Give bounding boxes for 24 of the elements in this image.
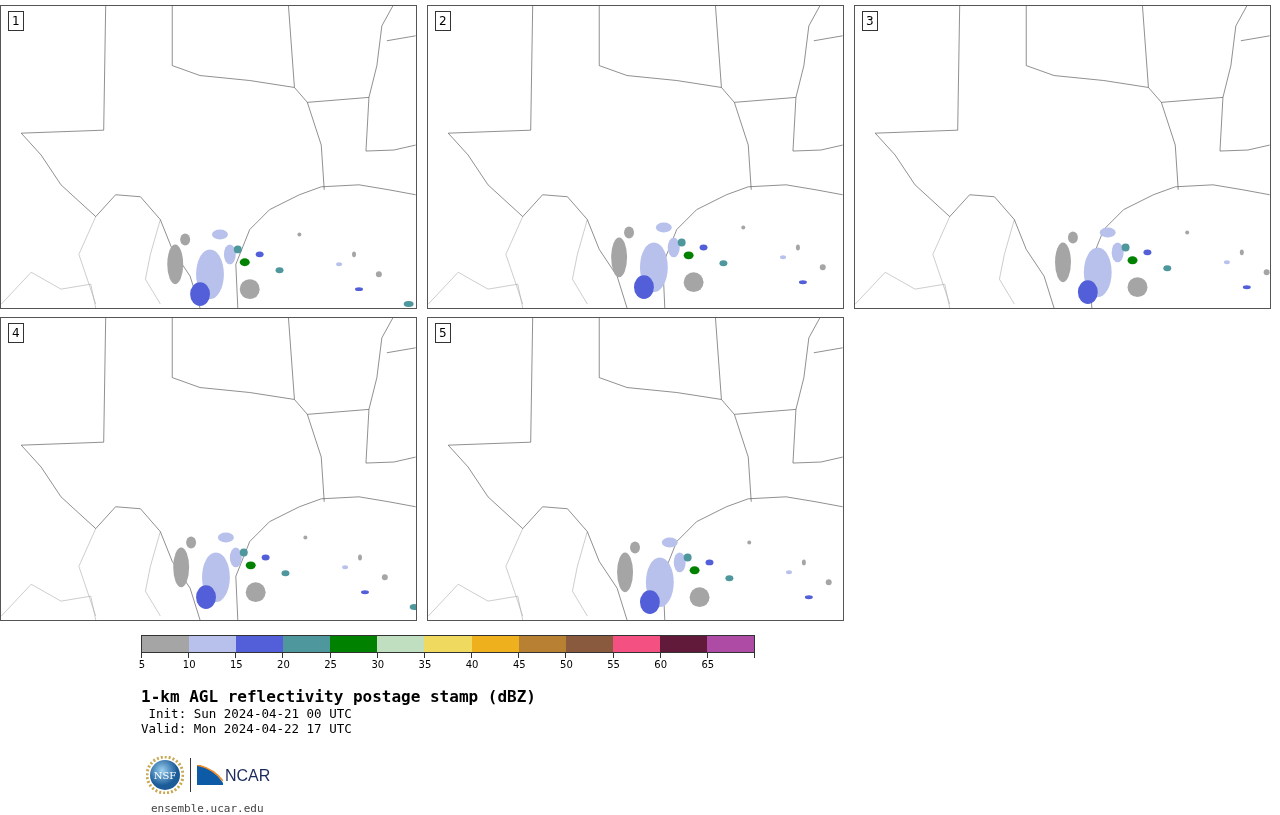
tick-label: 60 (653, 659, 669, 670)
plot-title: 1-km AGL reflectivity postage stamp (dBZ) (141, 688, 537, 706)
panel-number: 2 (435, 11, 451, 31)
ncar-logo: NCAR (197, 765, 271, 785)
nsf-logo: NSF (146, 756, 184, 794)
tick-label: 55 (606, 659, 621, 670)
panel-number: 5 (435, 323, 451, 343)
panel-number: 1 (8, 11, 24, 31)
panel-number: 3 (862, 11, 878, 31)
tick-label: 5 (137, 659, 147, 670)
tick-label: 65 (700, 659, 716, 670)
website-url: ensemble.ucar.edu (151, 802, 265, 815)
tick-label: 30 (370, 659, 386, 670)
tick-label: 35 (417, 659, 433, 670)
tick-label: 15 (228, 659, 244, 670)
panel-number: 4 (8, 323, 24, 343)
valid-time: Valid: Mon 2024-04-22 17 UTC (141, 721, 353, 736)
init-time: Init: Sun 2024-04-21 00 UTC (147, 706, 353, 721)
tick-label: 40 (464, 659, 480, 670)
tick-label: 45 (511, 659, 527, 670)
tick-label: 25 (323, 659, 338, 670)
tick-label: 50 (559, 659, 574, 670)
tick-label: 20 (276, 659, 291, 670)
tick-label: 10 (181, 659, 197, 670)
